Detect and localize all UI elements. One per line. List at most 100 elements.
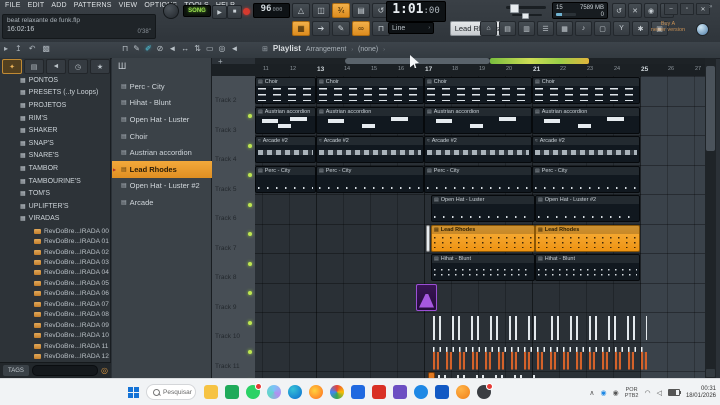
mute-icon[interactable]: ◄ bbox=[168, 44, 176, 53]
browser-folder[interactable]: ▦TAMBOURINE'S bbox=[0, 175, 111, 188]
export-icon[interactable]: ↥ bbox=[15, 44, 22, 53]
arrangement-label[interactable]: Arrangement bbox=[306, 46, 346, 53]
pattern-item[interactable]: ▤Hihat - Blunt bbox=[112, 95, 212, 112]
playlist-title[interactable]: Playlist bbox=[273, 44, 301, 53]
volume-slider-thumb[interactable] bbox=[510, 4, 519, 13]
tab-plugins[interactable]: ✦ bbox=[2, 59, 22, 74]
browser-folder[interactable]: ▦PONTOS bbox=[0, 74, 111, 87]
playlist-grid[interactable]: ▤Choir▤Choir▤Choir▤Choir▤Austrian accord… bbox=[255, 76, 705, 378]
toolbox-icon[interactable]: ⌂ bbox=[480, 21, 497, 36]
playlist-clip[interactable]: ▤Open Hat - Luster #2 bbox=[535, 195, 640, 222]
select-icon[interactable]: ▭ bbox=[206, 44, 214, 53]
battery-icon[interactable] bbox=[668, 389, 680, 396]
red-app-icon[interactable] bbox=[372, 385, 386, 399]
language-indicator[interactable]: POR PTB2 bbox=[625, 387, 639, 399]
delete-icon[interactable]: ⊘ bbox=[157, 44, 164, 53]
playlist-clip[interactable]: ▤Perc - City bbox=[532, 166, 640, 193]
browser-folder[interactable]: ▦SNARE'S bbox=[0, 150, 111, 163]
volume-icon[interactable]: ◁ bbox=[657, 389, 662, 397]
pattern-item[interactable]: ▶▤Lead Rhodes bbox=[112, 161, 212, 178]
start-button[interactable] bbox=[128, 387, 139, 398]
plugin-picker-icon[interactable]: Y bbox=[613, 21, 630, 36]
preview-icon[interactable]: ◄ bbox=[231, 44, 239, 53]
detach-window-icon[interactable]: ⊞ bbox=[262, 45, 268, 53]
tab-files[interactable]: ▤ bbox=[24, 59, 44, 74]
browser-file[interactable]: RevDoBre...IRADA 00 bbox=[0, 226, 111, 236]
browser-icon[interactable]: ▢ bbox=[594, 21, 611, 36]
browser-file[interactable]: RevDoBre...IRADA 09 bbox=[0, 320, 111, 330]
pattern-item[interactable]: ▤Arcade bbox=[112, 194, 212, 211]
sync-icon[interactable]: ↺ bbox=[612, 3, 626, 18]
browser-folder[interactable]: ▦PRESETS (..ty Loops) bbox=[0, 87, 111, 100]
playlist-clip[interactable]: ▤Perc - City bbox=[316, 166, 424, 193]
pitch-slider-thumb[interactable] bbox=[522, 13, 529, 19]
pencil-icon[interactable]: ✎ bbox=[133, 44, 140, 53]
browser-file[interactable]: RevDoBre...IRADA 10 bbox=[0, 330, 111, 340]
track-enable-led[interactable] bbox=[248, 350, 252, 354]
fl-studio-icon[interactable] bbox=[456, 385, 470, 399]
wifi-icon[interactable]: ◠ bbox=[644, 389, 650, 397]
time-display[interactable]: 1:01 :00 bbox=[386, 1, 446, 22]
close-button[interactable]: ✕ bbox=[696, 3, 710, 15]
chrome-icon[interactable] bbox=[330, 385, 344, 399]
countdown-icon[interactable]: ¾ bbox=[332, 3, 350, 18]
playlist-clip[interactable]: ≈Arcade #2 bbox=[255, 136, 316, 163]
green-app-icon[interactable] bbox=[225, 385, 239, 399]
browser-file[interactable]: RevDoBre...IRADA 04 bbox=[0, 268, 111, 278]
menu-item-add[interactable]: ADD bbox=[51, 2, 66, 9]
tray-app-icon[interactable]: ◉ bbox=[600, 389, 606, 397]
playlist-clip[interactable]: ▤Perc - City bbox=[424, 166, 532, 193]
playlist-clip[interactable]: ▤Choir bbox=[532, 77, 640, 104]
tray-mic-icon[interactable]: ◉ bbox=[613, 389, 619, 397]
playlist-clip[interactable]: ▤Lead Rhodes bbox=[431, 225, 535, 252]
playlist-clip[interactable] bbox=[433, 343, 647, 370]
track-enable-led[interactable] bbox=[248, 321, 252, 325]
snap-selector[interactable]: Line › bbox=[388, 22, 434, 34]
browser-folder[interactable]: ▦TAMBOR bbox=[0, 162, 111, 175]
pattern-item[interactable]: ▤Austrian accordion bbox=[112, 144, 212, 161]
file-explorer-icon[interactable] bbox=[204, 385, 218, 399]
piano-roll-icon[interactable]: ♪ bbox=[575, 21, 592, 36]
track-enable-led[interactable] bbox=[248, 144, 252, 148]
track-name[interactable]: Track 7 bbox=[215, 245, 236, 252]
taskbar-search[interactable]: Pesquisar bbox=[146, 384, 196, 400]
menu-item-edit[interactable]: EDIT bbox=[28, 2, 45, 9]
track-enable-led[interactable] bbox=[248, 232, 252, 236]
browser-folder[interactable]: ▦UPLIFTER'S bbox=[0, 200, 111, 213]
tempo-display[interactable]: 96 000 bbox=[253, 3, 290, 18]
undo-icon[interactable]: ↶ bbox=[29, 44, 36, 53]
track-name[interactable]: Track 8 bbox=[215, 274, 236, 281]
playlist-clip[interactable]: ▤Austrian accordion bbox=[532, 107, 640, 134]
browser-file[interactable]: RevDoBre...IRADA 07 bbox=[0, 299, 111, 309]
wait-input-icon[interactable]: ◫ bbox=[312, 3, 330, 18]
track-name[interactable]: Track 10 bbox=[215, 333, 240, 340]
playlist-clip[interactable]: ≈Arcade #2 bbox=[424, 136, 532, 163]
blue-circle-app-icon[interactable] bbox=[414, 385, 428, 399]
track-enable-led[interactable] bbox=[248, 173, 252, 177]
browser-file[interactable]: RevDoBre...IRADA 08 bbox=[0, 310, 111, 320]
track-name[interactable]: Track 2 bbox=[215, 97, 236, 104]
playlist-clip[interactable]: ▤Choir bbox=[424, 77, 532, 104]
browser-folder[interactable]: ▦TOM'S bbox=[0, 187, 111, 200]
track-enable-led[interactable] bbox=[248, 262, 252, 266]
copilot-icon[interactable] bbox=[267, 385, 281, 399]
purple-app-icon[interactable] bbox=[393, 385, 407, 399]
playlist-icon[interactable]: ▦ bbox=[556, 21, 573, 36]
playlist-clip[interactable]: ▤Hihat - Blunt bbox=[535, 254, 640, 281]
update-notice[interactable]: Buy A newer version bbox=[646, 21, 690, 33]
browser-file[interactable]: RevDoBre...IRADA 05 bbox=[0, 278, 111, 288]
menu-item-file[interactable]: FILE bbox=[5, 2, 21, 9]
main-volume-knob[interactable] bbox=[163, 3, 179, 19]
zoom-icon[interactable]: ◎ bbox=[219, 44, 226, 53]
playlist-clip[interactable] bbox=[433, 313, 543, 340]
minimize-button[interactable]: – bbox=[664, 3, 678, 15]
playlist-clip[interactable]: ▤Austrian accordion bbox=[424, 107, 532, 134]
tab-current-project[interactable]: ◄ bbox=[46, 59, 66, 74]
dark-app-icon[interactable] bbox=[477, 385, 491, 399]
browser-folder[interactable]: ▦SHAKER bbox=[0, 124, 111, 137]
project-notes-icon[interactable]: ▤ bbox=[499, 21, 516, 36]
track-name[interactable]: Track 4 bbox=[215, 156, 236, 163]
pattern-item[interactable]: ▤Open Hat - Luster #2 bbox=[112, 178, 212, 195]
track-name[interactable]: Track 5 bbox=[215, 186, 236, 193]
tray-chevron-icon[interactable]: ∧ bbox=[589, 389, 594, 397]
